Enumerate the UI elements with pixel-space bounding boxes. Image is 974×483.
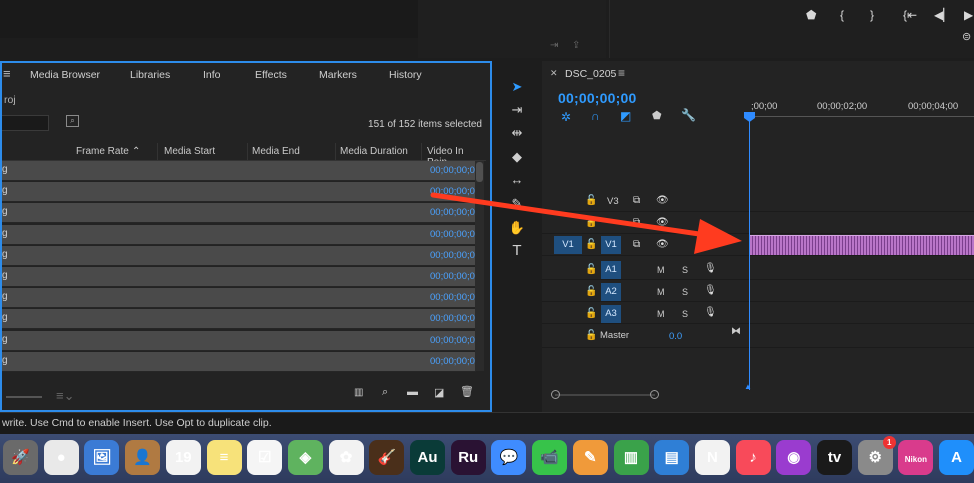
- red-arrow-annotation: [430, 192, 742, 254]
